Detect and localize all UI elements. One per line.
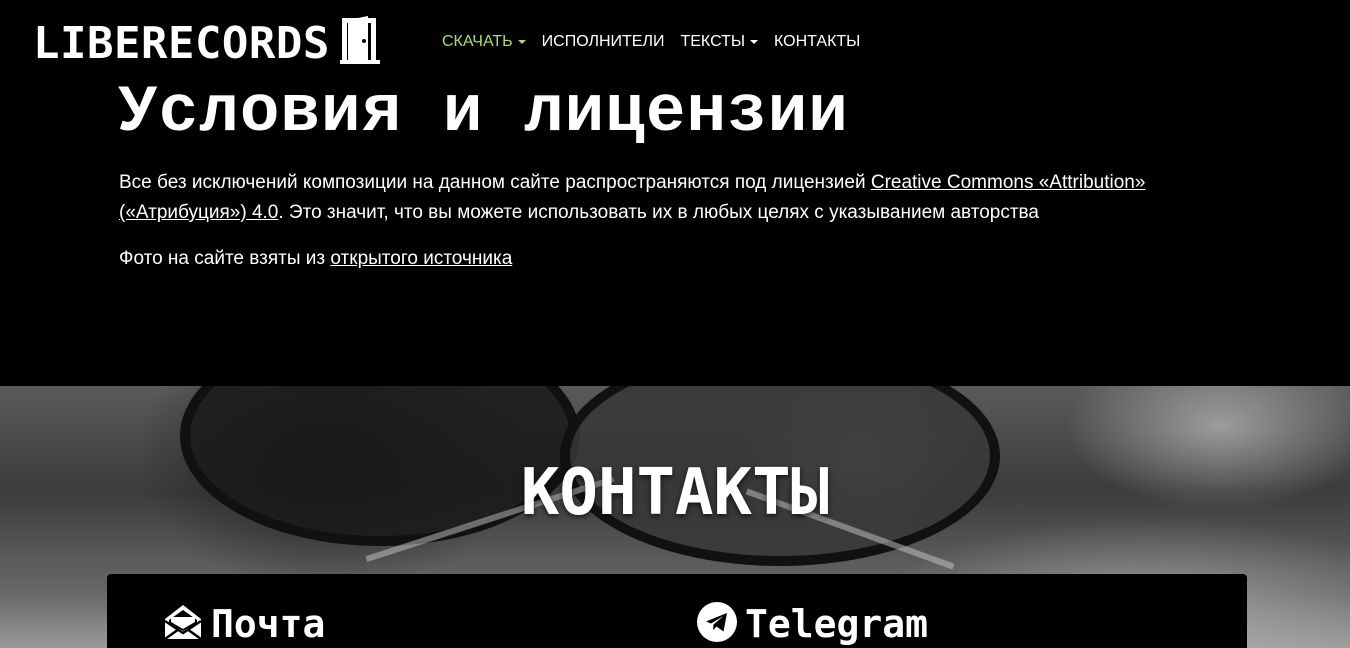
nav-item-artists[interactable]: ИСПОЛНИТЕЛИ: [542, 32, 665, 52]
nav-item-download-label: СКАЧАТЬ: [442, 33, 513, 50]
brand-logo[interactable]: LIBERECORDS: [33, 14, 382, 72]
photo-source-paragraph: Фото на сайте взяты из открытого источни…: [119, 244, 1229, 274]
main-nav: СКАЧАТЬ ИСПОЛНИТЕЛИ ТЕКСТЫ КОНТАКТЫ: [442, 32, 876, 52]
door-icon: [338, 14, 382, 70]
navbar: LIBERECORDS СКАЧАТЬ ИСПОЛНИТЕЛИ ТЕКСТЫ К…: [0, 0, 1350, 84]
photo-source-text: Фото на сайте взяты из: [119, 248, 331, 269]
contacts-section: КОНТАКТЫ Почта Telegram: [0, 386, 1350, 648]
contact-mail-label: Почта: [211, 602, 326, 646]
telegram-icon: [697, 602, 737, 646]
contacts-title: КОНТАКТЫ: [520, 456, 830, 530]
contact-telegram[interactable]: Telegram: [697, 602, 928, 646]
envelope-icon: [163, 603, 203, 645]
contact-mail[interactable]: Почта: [163, 602, 325, 646]
license-section: Условия и лицензии Все без исключений ко…: [0, 80, 1350, 386]
nav-item-contacts[interactable]: КОНТАКТЫ: [774, 32, 860, 52]
nav-item-lyrics[interactable]: ТЕКСТЫ: [680, 32, 759, 52]
license-text-before: Все без исключений композиции на данном …: [119, 172, 871, 193]
brand-name: LIBERECORDS: [33, 18, 330, 69]
license-paragraph: Все без исключений композиции на данном …: [119, 168, 1229, 228]
caret-down-icon: [750, 40, 759, 44]
nav-item-download[interactable]: СКАЧАТЬ: [442, 32, 526, 52]
contacts-card: Почта Telegram: [107, 574, 1247, 648]
page: LIBERECORDS СКАЧАТЬ ИСПОЛНИТЕЛИ ТЕКСТЫ К…: [0, 0, 1350, 648]
photo-source-link[interactable]: открытого источника: [330, 248, 512, 269]
license-title: Условия и лицензии: [118, 75, 849, 150]
contact-telegram-label: Telegram: [745, 602, 929, 646]
nav-item-lyrics-label: ТЕКСТЫ: [680, 33, 746, 50]
license-text-after: . Это значит, что вы можете использовать…: [278, 202, 1039, 223]
nav-item-artists-label: ИСПОЛНИТЕЛИ: [541, 33, 665, 50]
nav-item-contacts-label: КОНТАКТЫ: [774, 33, 861, 50]
caret-down-icon: [517, 40, 526, 44]
